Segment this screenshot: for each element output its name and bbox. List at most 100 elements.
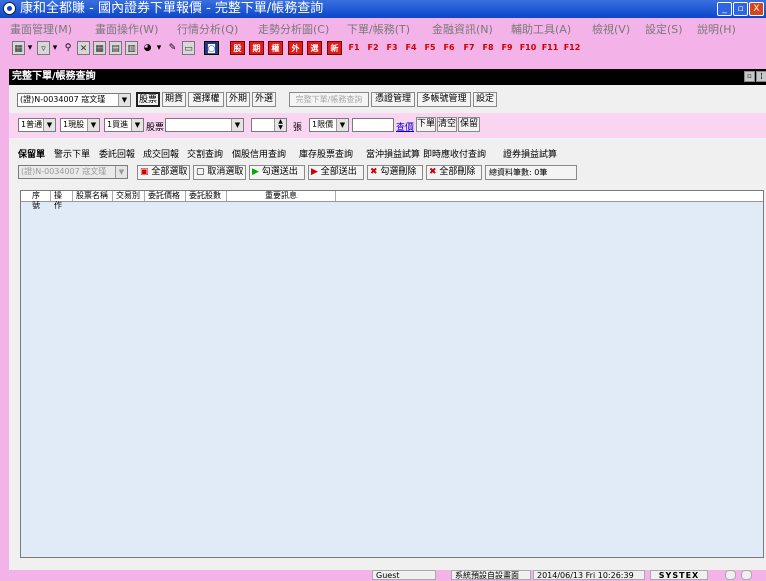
dropdown-arrow-icon[interactable]: ▾ xyxy=(155,41,163,55)
col-stock-name[interactable]: 股票名稱 xyxy=(73,191,113,201)
minimize-button[interactable]: _ xyxy=(717,2,732,16)
settings-button[interactable]: 設定 xyxy=(473,92,497,107)
menu-help[interactable]: 說明(H) xyxy=(697,21,736,37)
globe-icon[interactable]: ◕ xyxy=(141,41,154,55)
dropdown-arrow-icon[interactable]: ▾ xyxy=(51,41,59,55)
menu-trend-chart[interactable]: 走勢分析圖(C) xyxy=(258,21,329,37)
col-action[interactable]: 操作 xyxy=(51,191,73,210)
tab-pnl-calc[interactable]: 證券損益試算 xyxy=(503,147,557,160)
held-account-value: (證)N-0034007 寇文瑾 xyxy=(21,167,107,176)
certificate-manage-button[interactable]: 憑證管理 xyxy=(371,92,415,107)
f10-button[interactable]: F10 xyxy=(519,41,537,55)
menu-screen-manage[interactable]: 畫面管理(M) xyxy=(10,21,72,37)
tab-order-reports[interactable]: 委託回報 xyxy=(99,147,135,160)
menu-settings[interactable]: 設定(S) xyxy=(645,21,683,37)
tab-inventory-query[interactable]: 庫存股票查詢 xyxy=(299,147,353,160)
quantity-stepper[interactable]: ▲ ▼ xyxy=(251,118,287,132)
f11-button[interactable]: F11 xyxy=(541,41,559,55)
panel-pin-icon[interactable]: ¦ xyxy=(756,71,766,82)
total-records-label: 總資料筆數: 0筆 xyxy=(485,165,577,180)
f5-button[interactable]: F5 xyxy=(423,41,437,55)
tab-stock[interactable]: 股票 xyxy=(136,92,160,107)
tab-receivable-query[interactable]: 即時應收付查詢 xyxy=(423,147,486,160)
f7-button[interactable]: F7 xyxy=(462,41,476,55)
menu-finance-info[interactable]: 金融資訊(N) xyxy=(432,21,493,37)
stock-button[interactable]: 股 xyxy=(230,41,245,55)
f8-button[interactable]: F8 xyxy=(481,41,495,55)
place-order-button[interactable]: 下單 xyxy=(416,117,436,132)
f9-button[interactable]: F9 xyxy=(500,41,514,55)
menu-screen-operate[interactable]: 畫面操作(W) xyxy=(95,21,158,37)
logo-icon[interactable]: ◙ xyxy=(204,41,219,55)
table-window-icon[interactable]: ▥ xyxy=(125,41,138,55)
tab-settlement-query[interactable]: 交割查詢 xyxy=(187,147,223,160)
hold-button[interactable]: 保留 xyxy=(458,117,480,132)
send-all-button[interactable]: ▶ 全部送出 xyxy=(308,165,364,180)
chevron-down-icon: ▼ xyxy=(118,94,130,106)
menu-view[interactable]: 檢視(V) xyxy=(592,21,630,37)
window-icon[interactable]: ▭ xyxy=(182,41,195,55)
f6-button[interactable]: F6 xyxy=(442,41,456,55)
close-button[interactable]: X xyxy=(749,2,764,16)
f3-button[interactable]: F3 xyxy=(385,41,399,55)
tab-foreign-options[interactable]: 外選 xyxy=(252,92,276,107)
new-button[interactable]: 新 xyxy=(327,41,342,55)
price-input[interactable] xyxy=(352,118,394,132)
buy-sell-select[interactable]: 1買進 ▼ xyxy=(104,118,144,132)
tab-alert-orders[interactable]: 警示下單 xyxy=(54,147,90,160)
maximize-button[interactable]: ▫ xyxy=(733,2,748,16)
tab-futures[interactable]: 期貨 xyxy=(162,92,186,107)
stock-input[interactable]: ▼ xyxy=(165,118,244,132)
f12-button[interactable]: F12 xyxy=(563,41,581,55)
deselect-icon: ▢ xyxy=(196,167,205,177)
menu-bar: 畫面管理(M) 畫面操作(W) 行情分析(Q) 走勢分析圖(C) 下單/帳務(T… xyxy=(0,18,766,36)
cash-type-select[interactable]: 1現股 ▼ xyxy=(60,118,100,132)
cross-window-icon[interactable]: ✕ xyxy=(77,41,90,55)
tab-foreign-futures[interactable]: 外期 xyxy=(226,92,250,107)
col-order-shares[interactable]: 委託股數 xyxy=(186,191,227,201)
dropdown-arrow-icon[interactable]: ▾ xyxy=(26,41,34,55)
tab-daytrade-calc[interactable]: 當沖損益試算 xyxy=(366,147,420,160)
menu-quote-analysis[interactable]: 行情分析(Q) xyxy=(177,21,238,37)
delete-checked-button[interactable]: ✖ 勾選刪除 xyxy=(367,165,423,180)
funnel-icon[interactable]: ▿ xyxy=(37,41,50,55)
f1-button[interactable]: F1 xyxy=(347,41,361,55)
status-user: Guest xyxy=(372,570,436,580)
menu-order-account[interactable]: 下單/帳務(T) xyxy=(347,21,410,37)
tab-credit-query[interactable]: 個股信用查詢 xyxy=(232,147,286,160)
foreign-button[interactable]: 外 xyxy=(288,41,303,55)
chart-window-icon[interactable]: ▤ xyxy=(109,41,122,55)
layout-icon[interactable]: ▦ xyxy=(12,41,25,55)
select-button[interactable]: 選 xyxy=(307,41,322,55)
f4-button[interactable]: F4 xyxy=(404,41,418,55)
clear-button[interactable]: 清空 xyxy=(437,117,457,132)
held-orders-grid: 序號 操作 股票名稱 交易別 委託價格 委託股數 重要訊息 xyxy=(20,190,764,558)
tab-options[interactable]: 選擇權 xyxy=(188,92,224,107)
select-all-button[interactable]: ▣ 全部選取 xyxy=(137,165,190,180)
menu-tools[interactable]: 輔助工具(A) xyxy=(511,21,571,37)
query-price-link[interactable]: 查價 xyxy=(396,120,414,133)
tab-trade-reports[interactable]: 成交回報 xyxy=(143,147,179,160)
spin-arrows-icon[interactable]: ▲ ▼ xyxy=(274,119,286,131)
options-button[interactable]: 權 xyxy=(268,41,283,55)
full-order-query-button[interactable]: 完整下單/帳務查詢 xyxy=(289,92,369,107)
held-account-select[interactable]: (證)N-0034007 寇文瑾 ▼ xyxy=(18,165,128,179)
panel-restore-icon[interactable]: ▫ xyxy=(744,71,755,82)
col-trade-type[interactable]: 交易別 xyxy=(113,191,145,201)
futures-button[interactable]: 期 xyxy=(249,41,264,55)
search-icon[interactable]: ⚲ xyxy=(62,41,74,55)
tab-held-orders[interactable]: 保留單 xyxy=(18,147,45,160)
f2-button[interactable]: F2 xyxy=(366,41,380,55)
send-checked-button[interactable]: ▶ 勾選送出 xyxy=(249,165,305,180)
multi-account-button[interactable]: 多帳號管理 xyxy=(417,92,471,107)
col-order-price[interactable]: 委託價格 xyxy=(145,191,186,201)
pen-icon[interactable]: ✎ xyxy=(166,41,179,55)
grid-icon[interactable]: ▦ xyxy=(93,41,106,55)
col-seq[interactable]: 序號 xyxy=(29,191,51,210)
deselect-button[interactable]: ▢ 取消選取 xyxy=(193,165,246,180)
col-message[interactable]: 重要訊息 xyxy=(227,191,336,201)
account-select[interactable]: (證)N-0034007 寇文瑾 ▼ xyxy=(17,93,131,107)
delete-all-button[interactable]: ✖ 全部刪除 xyxy=(426,165,482,180)
trade-type-select[interactable]: 1普通 ▼ xyxy=(18,118,56,132)
price-type-select[interactable]: 1限價 ▼ xyxy=(309,118,349,132)
